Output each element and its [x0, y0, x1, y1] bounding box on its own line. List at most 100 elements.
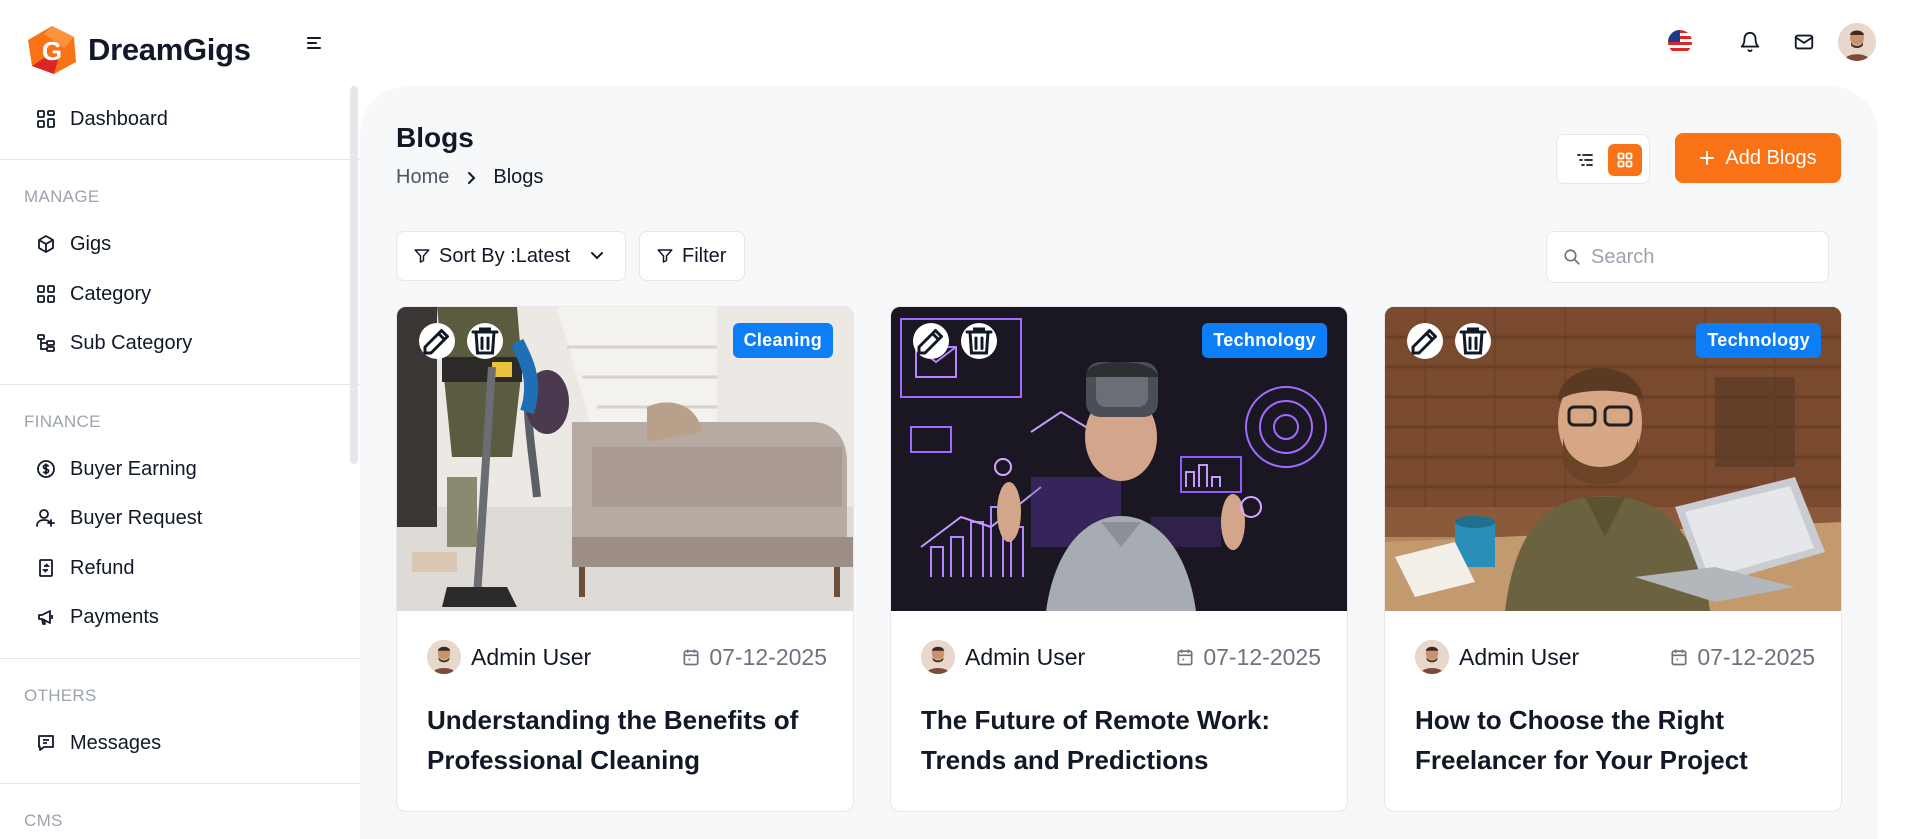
- user-plus-icon: [36, 509, 55, 527]
- view-toggle: [1556, 134, 1650, 184]
- sidebar-heading-finance: FINANCE: [24, 412, 101, 431]
- search-input[interactable]: [1591, 245, 1811, 269]
- sidebar-item-label: Dashboard: [70, 107, 168, 130]
- sidebar-item-label: Buyer Request: [70, 506, 203, 529]
- sidebar-heading-cms: CMS: [24, 811, 63, 830]
- sidebar-item-refund[interactable]: Refund: [36, 553, 135, 583]
- sort-label: Sort By :Latest: [439, 244, 571, 267]
- blog-card[interactable]: Cleaning Admin User 07-12-2025 Understan…: [396, 306, 854, 812]
- author-avatar: [921, 640, 955, 674]
- edit-icon: [917, 329, 943, 355]
- menu-icon: [307, 37, 321, 49]
- blog-title[interactable]: Understanding the Benefits of Profession…: [427, 700, 827, 780]
- sidebar-item-messages[interactable]: Messages: [36, 728, 161, 758]
- sidebar-item-gigs[interactable]: Gigs: [36, 229, 111, 259]
- delete-button[interactable]: [961, 323, 997, 359]
- blog-meta: Admin User 07-12-2025: [1415, 640, 1815, 674]
- delete-button[interactable]: [467, 323, 503, 359]
- sidebar-scrollbar[interactable]: [350, 86, 358, 464]
- sidebar-heading-manage: MANAGE: [24, 187, 100, 206]
- sidebar-item-sub-category[interactable]: Sub Category: [36, 328, 192, 358]
- blog-card[interactable]: Technology Admin User 07-12-2025 The Fut…: [890, 306, 1348, 812]
- message-icon: [38, 735, 54, 751]
- blog-title[interactable]: The Future of Remote Work: Trends and Pr…: [921, 700, 1321, 780]
- dollar-icon: [37, 460, 55, 478]
- author-name: Admin User: [1459, 643, 1580, 670]
- blog-image-cleaning[interactable]: Cleaning: [397, 307, 853, 611]
- category-badge: Technology: [1202, 323, 1327, 358]
- dashboard-icon: [37, 110, 55, 128]
- chevron-down-icon: [591, 252, 604, 260]
- sidebar-item-label: Gigs: [70, 232, 112, 255]
- language-flag-icon[interactable]: [1660, 22, 1700, 62]
- plus-icon: [1700, 151, 1715, 165]
- author: Admin User: [1415, 640, 1579, 674]
- filter-funnel-icon: [657, 249, 673, 263]
- author-name: Admin User: [471, 643, 592, 670]
- delete-button[interactable]: [1455, 323, 1491, 359]
- edit-button[interactable]: [913, 323, 949, 359]
- trash-icon: [1459, 327, 1487, 355]
- sidebar-item-dashboard[interactable]: Dashboard: [36, 104, 168, 134]
- top-header: G DreamGigs: [0, 0, 1920, 86]
- calendar-icon: [683, 649, 699, 666]
- post-date-text: 07-12-2025: [709, 643, 827, 670]
- edit-button[interactable]: [1407, 323, 1443, 359]
- sort-dropdown[interactable]: Sort By :Latest: [396, 231, 626, 281]
- grid-icon: [1617, 152, 1633, 168]
- sidebar-item-buyer-request[interactable]: Buyer Request: [36, 503, 202, 533]
- blog-image-freelancer[interactable]: Technology: [1385, 307, 1841, 611]
- category-badge: Cleaning: [732, 323, 833, 358]
- post-date: 07-12-2025: [1669, 644, 1815, 671]
- edit-icon: [1411, 329, 1437, 355]
- sidebar-item-payments[interactable]: Payments: [36, 602, 159, 632]
- author-avatar: [1415, 640, 1449, 674]
- post-date: 07-12-2025: [681, 644, 827, 671]
- calendar-icon: [1671, 649, 1687, 666]
- sidebar-item-category[interactable]: Category: [36, 279, 151, 309]
- bell-icon[interactable]: [1730, 22, 1770, 62]
- trash-icon: [471, 327, 499, 355]
- blog-title[interactable]: How to Choose the Right Freelancer for Y…: [1415, 700, 1815, 780]
- sidebar-divider: [0, 384, 360, 385]
- blog-meta: Admin User 07-12-2025: [921, 640, 1321, 674]
- add-blogs-button[interactable]: Add Blogs: [1675, 133, 1841, 183]
- sidebar-item-label: Sub Category: [70, 331, 193, 354]
- breadcrumb-home-link[interactable]: Home: [396, 166, 449, 189]
- grid-icon: [37, 285, 55, 303]
- svg-text:G: G: [42, 36, 62, 66]
- sidebar-item-label: Payments: [70, 605, 159, 628]
- author: Admin User: [427, 640, 591, 674]
- brand-name: DreamGigs: [88, 32, 251, 67]
- mail-icon[interactable]: [1784, 22, 1824, 62]
- sidebar-divider: [0, 159, 360, 160]
- sidebar-divider: [0, 658, 360, 659]
- sidebar-divider: [0, 783, 360, 784]
- edit-icon: [423, 329, 449, 355]
- grid-view-button[interactable]: [1608, 144, 1642, 176]
- megaphone-icon: [38, 610, 53, 625]
- blog-meta: Admin User 07-12-2025: [427, 640, 827, 674]
- filter-funnel-icon: [414, 249, 430, 263]
- post-date-text: 07-12-2025: [1697, 643, 1815, 670]
- category-badge: Technology: [1696, 323, 1821, 358]
- menu-toggle-button[interactable]: [295, 25, 335, 61]
- post-date-text: 07-12-2025: [1203, 643, 1321, 670]
- box-icon: [38, 235, 54, 253]
- sidebar-heading-others: OTHERS: [24, 686, 97, 705]
- user-avatar[interactable]: [1838, 23, 1876, 61]
- brand-logo[interactable]: G DreamGigs: [24, 24, 251, 76]
- calendar-icon: [1177, 649, 1193, 666]
- filter-button[interactable]: Filter: [639, 231, 745, 281]
- list-view-button[interactable]: [1569, 144, 1601, 176]
- edit-button[interactable]: [419, 323, 455, 359]
- breadcrumb-current: Blogs: [493, 166, 544, 188]
- search-box: [1546, 231, 1829, 283]
- blog-image-technology[interactable]: Technology: [891, 307, 1347, 611]
- sidebar-item-buyer-earning[interactable]: Buyer Earning: [36, 454, 197, 484]
- blog-card[interactable]: Technology Admin User 07-12-2025 How to …: [1384, 306, 1842, 812]
- filter-label: Filter: [682, 244, 727, 267]
- search-icon: [1564, 249, 1580, 265]
- page-title: Blogs: [396, 122, 474, 153]
- author: Admin User: [921, 640, 1085, 674]
